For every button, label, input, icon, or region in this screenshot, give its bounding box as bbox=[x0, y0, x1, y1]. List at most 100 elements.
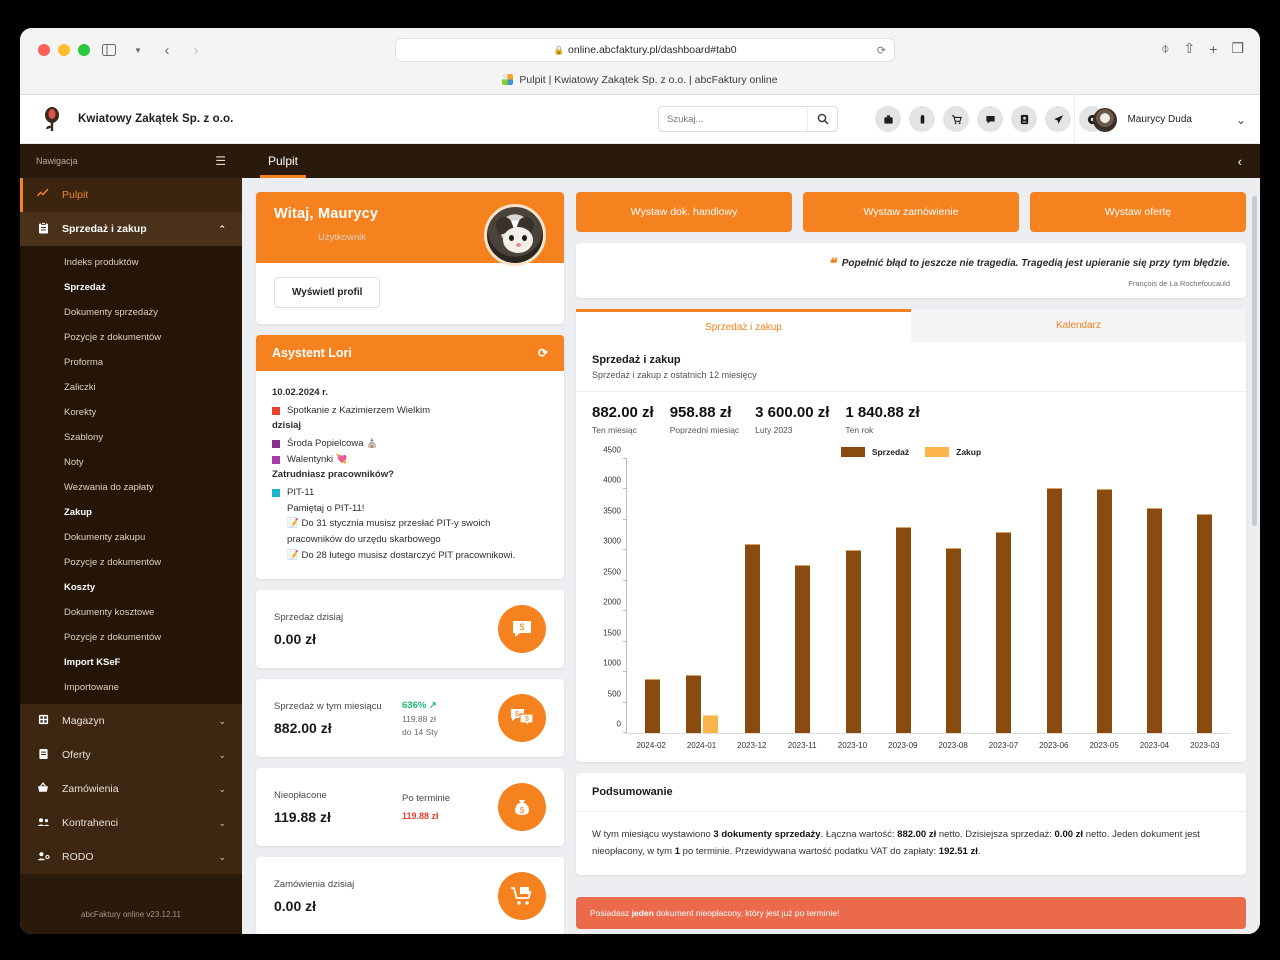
bar-sprzedaz[interactable] bbox=[795, 564, 811, 733]
svg-text:$: $ bbox=[515, 711, 519, 718]
sidebar-subitem-zakup[interactable]: Zakup bbox=[20, 500, 242, 525]
bar-sprzedaz[interactable] bbox=[946, 547, 962, 733]
sidebar-subitem-noty[interactable]: Noty bbox=[20, 450, 242, 475]
minimize-window-button[interactable] bbox=[58, 44, 70, 56]
stat-label: Sprzedaż w tym miesiącu bbox=[274, 700, 382, 712]
browser-tab[interactable]: Pulpit | Kwiatowy Zakątek Sp. z o.o. | a… bbox=[20, 64, 1260, 95]
maximize-window-button[interactable] bbox=[78, 44, 90, 56]
sidebar-subitem-korekty[interactable]: Korekty bbox=[20, 400, 242, 425]
chevron-down-icon[interactable]: ⌄ bbox=[218, 750, 226, 761]
sidebar-item-kontrahenci[interactable]: Kontrahenci ⌄ bbox=[20, 806, 242, 840]
chart-bar-group[interactable] bbox=[728, 459, 778, 733]
refresh-icon[interactable]: ⟳ bbox=[538, 346, 548, 360]
chart-bar-group[interactable] bbox=[828, 459, 878, 733]
sidebar-item-oferty[interactable]: Oferty ⌄ bbox=[20, 738, 242, 772]
tab-sprzedaz-i-zakup[interactable]: Sprzedaż i zakup bbox=[576, 309, 911, 342]
chart-bar-group[interactable] bbox=[929, 459, 979, 733]
sidebar-subitem-pozycje-z-dokumentow-2[interactable]: Pozycje z dokumentów bbox=[20, 550, 242, 575]
bar-sprzedaz[interactable] bbox=[1147, 508, 1163, 733]
chevron-down-icon[interactable]: ⌄ bbox=[218, 818, 226, 829]
cart-icon[interactable] bbox=[943, 106, 969, 132]
sidebar-subitem-pozycje-z-dokumentow-3[interactable]: Pozycje z dokumentów bbox=[20, 625, 242, 650]
sidebar-subitem-dokumenty-sprzedazy[interactable]: Dokumenty sprzedaży bbox=[20, 300, 242, 325]
issue-commercial-doc-button[interactable]: Wystaw dok. handlowy bbox=[576, 192, 792, 232]
bar-sprzedaz[interactable] bbox=[745, 544, 761, 733]
sidebar-subitem-zaliczki[interactable]: Zaliczki bbox=[20, 375, 242, 400]
sidebar-subitem-importowane[interactable]: Importowane bbox=[20, 675, 242, 700]
search-box[interactable] bbox=[658, 106, 838, 132]
bar-sprzedaz[interactable] bbox=[686, 674, 702, 733]
chevron-left-icon[interactable]: ‹ bbox=[1238, 154, 1242, 169]
chart-bar-group[interactable] bbox=[1130, 459, 1180, 733]
quote-author: François de La Rochefoucauld bbox=[1128, 279, 1230, 288]
sidebar-subitem-koszty[interactable]: Koszty bbox=[20, 575, 242, 600]
user-badge-icon[interactable] bbox=[1011, 106, 1037, 132]
sidebar-item-zamowienia[interactable]: Zamówienia ⌄ bbox=[20, 772, 242, 806]
user-menu[interactable]: Maurycy Duda ⌄ bbox=[1074, 95, 1246, 144]
chevron-down-icon[interactable]: ▼ bbox=[125, 39, 151, 61]
battery-icon[interactable] bbox=[909, 106, 935, 132]
search-input[interactable] bbox=[659, 113, 807, 125]
chart-bar-group[interactable] bbox=[627, 459, 677, 733]
chevron-up-icon[interactable]: ⌃ bbox=[218, 224, 226, 235]
send-icon[interactable] bbox=[1045, 106, 1071, 132]
chat-icon[interactable] bbox=[977, 106, 1003, 132]
close-window-button[interactable] bbox=[38, 44, 50, 56]
brand[interactable]: Kwiatowy Zakątek Sp. z o.o. bbox=[20, 106, 242, 132]
sidebar-toggle-icon[interactable] bbox=[96, 39, 122, 61]
issue-order-button[interactable]: Wystaw zamówienie bbox=[803, 192, 1019, 232]
bar-sprzedaz[interactable] bbox=[1197, 513, 1213, 733]
chart-bar-group[interactable] bbox=[677, 459, 727, 733]
sidebar-subitem-indeks-produktow[interactable]: Indeks produktów bbox=[20, 250, 242, 275]
bar-zakup[interactable] bbox=[703, 714, 719, 733]
downloads-icon[interactable]: ⌽ bbox=[1161, 40, 1169, 57]
bar-sprzedaz[interactable] bbox=[1046, 487, 1062, 733]
tab-overview-icon[interactable]: ❐ bbox=[1231, 40, 1244, 57]
sidebar-item-sprzedaz-i-zakup[interactable]: Sprzedaż i zakup ⌃ bbox=[20, 212, 242, 246]
sidebar-subitem-pozycje-z-dokumentow-1[interactable]: Pozycje z dokumentów bbox=[20, 325, 242, 350]
chart-bar-group[interactable] bbox=[979, 459, 1029, 733]
chart-bar-group[interactable] bbox=[1079, 459, 1129, 733]
content-scrollbar[interactable] bbox=[1252, 196, 1257, 526]
new-tab-icon[interactable]: + bbox=[1209, 41, 1217, 57]
view-profile-button[interactable]: Wyświetl profil bbox=[274, 277, 381, 308]
briefcase-icon[interactable] bbox=[875, 106, 901, 132]
sidebar-item-rodo[interactable]: RODO ⌄ bbox=[20, 840, 242, 874]
hamburger-icon[interactable]: ☰ bbox=[215, 154, 226, 168]
sidebar-subitem-dokumenty-zakupu[interactable]: Dokumenty zakupu bbox=[20, 525, 242, 550]
search-icon[interactable] bbox=[807, 107, 837, 131]
sidebar-item-magazyn[interactable]: Magazyn ⌄ bbox=[20, 704, 242, 738]
bar-sprzedaz[interactable] bbox=[845, 550, 861, 733]
bar-sprzedaz[interactable] bbox=[1096, 488, 1112, 733]
chevron-down-icon[interactable]: ⌄ bbox=[218, 784, 226, 795]
bar-sprzedaz[interactable] bbox=[895, 527, 911, 733]
tab-kalendarz[interactable]: Kalendarz bbox=[911, 309, 1246, 342]
chevron-down-icon[interactable]: ⌄ bbox=[218, 852, 226, 863]
sidebar-item-pulpit[interactable]: Pulpit bbox=[20, 178, 242, 212]
sidebar-subitem-import-ksef[interactable]: Import KSeF bbox=[20, 650, 242, 675]
sidebar-subitem-wezwania-do-zaplaty[interactable]: Wezwania do zapłaty bbox=[20, 475, 242, 500]
chart-bar-group[interactable] bbox=[878, 459, 928, 733]
bar-sprzedaz[interactable] bbox=[644, 679, 660, 733]
chevron-down-icon[interactable]: ⌄ bbox=[1236, 113, 1246, 127]
window-traffic-lights[interactable] bbox=[38, 44, 90, 56]
sidebar-subitem-sprzedaz[interactable]: Sprzedaż bbox=[20, 275, 242, 300]
sidebar-subitem-dokumenty-kosztowe[interactable]: Dokumenty kosztowe bbox=[20, 600, 242, 625]
reload-icon[interactable]: ⟳ bbox=[877, 44, 886, 57]
sidebar-subitem-proforma[interactable]: Proforma bbox=[20, 350, 242, 375]
forward-arrow-icon[interactable]: › bbox=[183, 39, 209, 61]
chart-bar-group[interactable] bbox=[778, 459, 828, 733]
y-axis-tick: 2500 bbox=[603, 567, 621, 577]
address-bar[interactable]: 🔒 online.abcfaktury.pl/dashboard#tab0 ⟳ bbox=[395, 38, 895, 62]
issue-offer-button[interactable]: Wystaw ofertę bbox=[1030, 192, 1246, 232]
app-version: abcFaktury online v23.12.11 bbox=[81, 909, 181, 919]
chart-bar-group[interactable] bbox=[1180, 459, 1230, 733]
back-arrow-icon[interactable]: ‹ bbox=[154, 39, 180, 61]
summary-total-value: 882.00 zł bbox=[897, 829, 937, 840]
bar-sprzedaz[interactable] bbox=[996, 532, 1012, 733]
chart-bar-group[interactable] bbox=[1029, 459, 1079, 733]
sidebar-subitem-szablony[interactable]: Szablony bbox=[20, 425, 242, 450]
chevron-down-icon[interactable]: ⌄ bbox=[218, 716, 226, 727]
share-icon[interactable]: ⇧ bbox=[1184, 40, 1196, 57]
chart-card: Sprzedaż i zakup Kalendarz Sprzedaż i za… bbox=[576, 309, 1246, 762]
